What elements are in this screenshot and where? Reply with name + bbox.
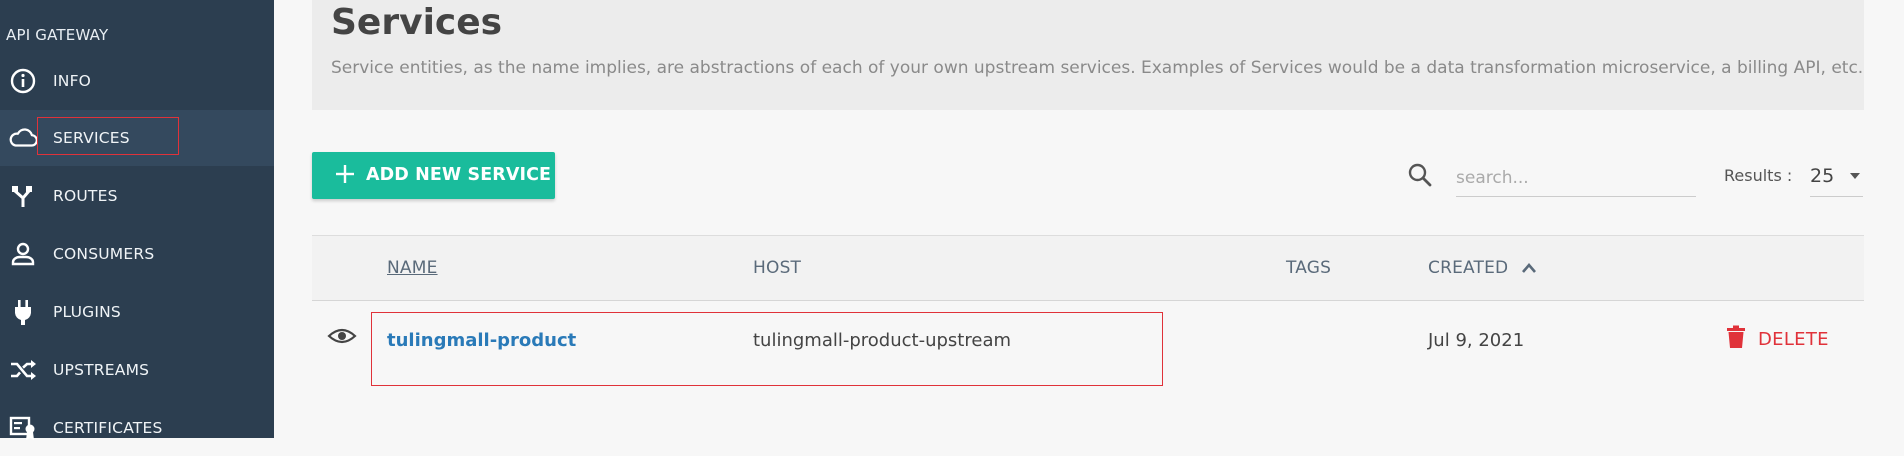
certificate-icon	[8, 413, 38, 443]
sidebar-item-label: CERTIFICATES	[53, 419, 163, 437]
delete-button[interactable]: DELETE	[1726, 322, 1836, 356]
sidebar-item-services[interactable]: SERVICES	[0, 110, 274, 166]
cloud-icon	[8, 123, 38, 153]
sidebar-item-label: ROUTES	[53, 187, 118, 205]
add-new-service-label: ADD NEW SERVICE	[366, 165, 552, 185]
table-header: NAME HOST TAGS CREATED	[312, 235, 1864, 301]
delete-label: DELETE	[1758, 329, 1829, 350]
route-fork-icon	[8, 181, 38, 211]
sidebar-item-upstreams[interactable]: UPSTREAMS	[0, 342, 274, 398]
trash-icon	[1726, 325, 1746, 349]
info-icon	[8, 66, 38, 96]
sidebar: API GATEWAY INFO SERVICES ROUTES CONSUME…	[0, 0, 274, 440]
sidebar-section-title: API GATEWAY	[6, 26, 109, 44]
sidebar-item-routes[interactable]: ROUTES	[0, 168, 274, 224]
services-table: NAME HOST TAGS CREATED tulingmall-produc…	[312, 235, 1864, 438]
plus-icon	[334, 163, 356, 185]
sidebar-item-label: CONSUMERS	[53, 245, 155, 263]
results-label: Results :	[1724, 166, 1793, 185]
table-row: tulingmall-product tulingmall-product-up…	[312, 300, 1864, 390]
sidebar-item-info[interactable]: INFO	[0, 53, 274, 109]
search-input[interactable]	[1456, 160, 1696, 197]
eye-icon[interactable]	[327, 325, 357, 347]
add-new-service-button[interactable]: ADD NEW SERVICE	[312, 152, 555, 199]
column-header-created[interactable]: CREATED	[1428, 258, 1508, 278]
sidebar-item-label: INFO	[53, 72, 92, 90]
results-per-page-value: 25	[1810, 165, 1835, 187]
search-icon	[1407, 162, 1433, 188]
service-created: Jul 9, 2021	[1428, 330, 1525, 351]
highlight-box	[371, 312, 1163, 386]
results-per-page-select[interactable]: 25	[1810, 160, 1863, 197]
sidebar-item-label: PLUGINS	[53, 303, 121, 321]
column-header-host: HOST	[753, 258, 802, 278]
sidebar-item-certificates[interactable]: CERTIFICATES	[0, 400, 274, 456]
page-description: Service entities, as the name implies, a…	[331, 58, 1864, 78]
sidebar-item-consumers[interactable]: CONSUMERS	[0, 226, 274, 282]
page-header: Services Service entities, as the name i…	[312, 0, 1864, 110]
chevron-down-icon	[1850, 173, 1860, 179]
column-header-name[interactable]: NAME	[387, 258, 438, 278]
sidebar-item-plugins[interactable]: PLUGINS	[0, 284, 274, 340]
shuffle-icon	[8, 355, 38, 385]
highlight-box	[37, 117, 179, 155]
sidebar-item-label: UPSTREAMS	[53, 361, 150, 379]
plug-icon	[8, 297, 38, 327]
user-icon	[8, 239, 38, 269]
page-title: Services	[331, 2, 503, 43]
sort-ascending-icon[interactable]	[1520, 260, 1538, 276]
column-header-tags: TAGS	[1286, 258, 1332, 278]
